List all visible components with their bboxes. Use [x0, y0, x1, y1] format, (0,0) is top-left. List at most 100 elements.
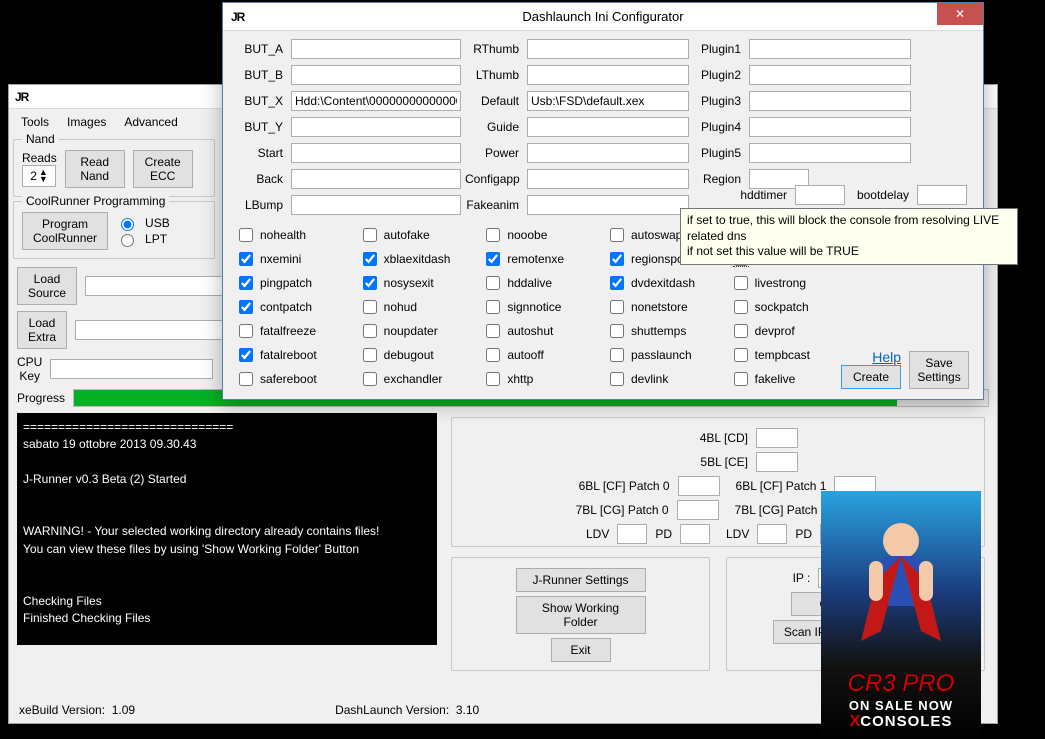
- program-coolrunner-button[interactable]: Program CoolRunner: [22, 212, 108, 250]
- path-input-configapp[interactable]: [527, 169, 689, 189]
- menu-advanced[interactable]: Advanced: [124, 115, 177, 129]
- path-input-lthumb[interactable]: [527, 65, 689, 85]
- path-label-but_y: BUT_Y: [235, 120, 287, 134]
- path-input-fakeanim[interactable]: [527, 195, 689, 215]
- path-input-but_y[interactable]: [291, 117, 461, 137]
- promo-sale: ON SALE NOW: [849, 698, 953, 713]
- dashlaunch-title: Dashlaunch Ini Configurator: [522, 9, 683, 24]
- load-extra-button[interactable]: Load Extra: [17, 311, 67, 349]
- path-label-plugin1: Plugin1: [693, 42, 745, 56]
- path-input-plugin3[interactable]: [749, 91, 911, 111]
- checkbox-devlink[interactable]: devlink: [606, 369, 724, 389]
- path-input-plugin1[interactable]: [749, 39, 911, 59]
- checkbox-fatalreboot[interactable]: fatalreboot: [235, 345, 353, 365]
- create-ecc-button[interactable]: Create ECC: [133, 150, 193, 188]
- path-label-fakeanim: Fakeanim: [465, 198, 523, 212]
- checkbox-nohud[interactable]: nohud: [359, 297, 477, 317]
- path-input-but_x[interactable]: [291, 91, 461, 111]
- path-input-plugin2[interactable]: [749, 65, 911, 85]
- ldv1-input[interactable]: [757, 524, 787, 544]
- checkbox-autofake[interactable]: autofake: [359, 225, 477, 245]
- checkbox-noupdater[interactable]: noupdater: [359, 321, 477, 341]
- checkbox-fakelive[interactable]: fakelive: [730, 369, 848, 389]
- path-input-but_b[interactable]: [291, 65, 461, 85]
- checkbox-nxemini[interactable]: nxemini: [235, 249, 353, 269]
- cpu-key-label: CPU Key: [17, 355, 42, 383]
- checkbox-tempbcast[interactable]: tempbcast: [730, 345, 848, 365]
- checkbox-nonetstore[interactable]: nonetstore: [606, 297, 724, 317]
- checkbox-safereboot[interactable]: safereboot: [235, 369, 353, 389]
- checkbox-remotenxe[interactable]: remotenxe: [482, 249, 600, 269]
- dashlaunch-window: JR Dashlaunch Ini Configurator ✕ BUT_A RT…: [222, 2, 984, 400]
- ldv0-input[interactable]: [617, 524, 647, 544]
- checkbox-nooobe[interactable]: nooobe: [482, 225, 600, 245]
- checkbox-signnotice[interactable]: signnotice: [482, 297, 600, 317]
- checkbox-fatalfreeze[interactable]: fatalfreeze: [235, 321, 353, 341]
- lpt-radio[interactable]: LPT: [116, 231, 170, 247]
- path-input-back[interactable]: [291, 169, 461, 189]
- coolrunner-group: CoolRunner Programming Program CoolRunne…: [13, 201, 215, 259]
- checkbox-pingpatch[interactable]: pingpatch: [235, 273, 353, 293]
- reads-spinner[interactable]: 2 ▲▼: [22, 165, 56, 187]
- path-label-region: Region: [693, 172, 745, 186]
- checkbox-sockpatch[interactable]: sockpatch: [730, 297, 848, 317]
- jrunner-settings-button[interactable]: J-Runner Settings: [516, 568, 646, 592]
- checkbox-nohealth[interactable]: nohealth: [235, 225, 353, 245]
- extra-input[interactable]: [917, 185, 967, 205]
- path-label-but_x: BUT_X: [235, 94, 287, 108]
- path-input-start[interactable]: [291, 143, 461, 163]
- checkbox-debugout[interactable]: debugout: [359, 345, 477, 365]
- load-extra-input[interactable]: [75, 320, 238, 340]
- save-settings-button[interactable]: Save Settings: [909, 351, 969, 389]
- path-input-power[interactable]: [527, 143, 689, 163]
- usb-radio[interactable]: USB: [116, 215, 170, 231]
- checkbox-shuttemps[interactable]: shuttemps: [606, 321, 724, 341]
- checkbox-hddalive[interactable]: hddalive: [482, 273, 600, 293]
- checkbox-devprof[interactable]: devprof: [730, 321, 848, 341]
- menu-images[interactable]: Images: [67, 115, 106, 129]
- hero-graphic: [821, 491, 981, 651]
- path-input-but_a[interactable]: [291, 39, 461, 59]
- checkbox-dvdexitdash[interactable]: dvdexitdash: [606, 273, 724, 293]
- path-input-default[interactable]: [527, 91, 689, 111]
- coolrunner-group-title: CoolRunner Programming: [22, 194, 169, 208]
- extra-input[interactable]: [795, 185, 845, 205]
- cpu-key-input[interactable]: [50, 359, 213, 379]
- checkbox-nosysexit[interactable]: nosysexit: [359, 273, 477, 293]
- path-input-plugin5[interactable]: [749, 143, 911, 163]
- pd0-input[interactable]: [680, 524, 710, 544]
- path-label-rthumb: RThumb: [465, 42, 523, 56]
- checkbox-passlaunch[interactable]: passlaunch: [606, 345, 724, 365]
- 6bl-p0-input[interactable]: [678, 476, 720, 496]
- show-folder-button[interactable]: Show Working Folder: [516, 596, 646, 634]
- path-label-plugin4: Plugin4: [693, 120, 745, 134]
- path-input-rthumb[interactable]: [527, 39, 689, 59]
- menu-tools[interactable]: Tools: [21, 115, 49, 129]
- path-label-start: Start: [235, 146, 287, 160]
- checkbox-livestrong[interactable]: livestrong: [730, 273, 848, 293]
- load-source-button[interactable]: Load Source: [17, 267, 77, 305]
- checkbox-contpatch[interactable]: contpatch: [235, 297, 353, 317]
- jr-logo: JR: [15, 90, 28, 104]
- dashlaunch-titlebar: JR Dashlaunch Ini Configurator ✕: [223, 3, 983, 31]
- checkbox-xblaexitdash[interactable]: xblaexitdash: [359, 249, 477, 269]
- path-label-but_a: BUT_A: [235, 42, 287, 56]
- path-input-lbump[interactable]: [291, 195, 461, 215]
- jr-logo-icon: JR: [231, 10, 244, 24]
- checkbox-exchandler[interactable]: exchandler: [359, 369, 477, 389]
- exit-button[interactable]: Exit: [551, 638, 611, 662]
- close-button[interactable]: ✕: [937, 3, 983, 25]
- 7bl-p0-input[interactable]: [677, 500, 719, 520]
- checkbox-autooff[interactable]: autooff: [482, 345, 600, 365]
- checkbox-autoshut[interactable]: autoshut: [482, 321, 600, 341]
- path-input-guide[interactable]: [527, 117, 689, 137]
- create-button[interactable]: Create: [841, 365, 901, 389]
- checkbox-xhttp[interactable]: xhttp: [482, 369, 600, 389]
- path-label-but_b: BUT_B: [235, 68, 287, 82]
- promo-brand: XCONSOLES: [850, 713, 953, 731]
- 5bl-input[interactable]: [756, 452, 798, 472]
- 4bl-input[interactable]: [756, 428, 798, 448]
- path-input-plugin4[interactable]: [749, 117, 911, 137]
- read-nand-button[interactable]: Read Nand: [65, 150, 125, 188]
- help-link[interactable]: Help: [872, 349, 901, 365]
